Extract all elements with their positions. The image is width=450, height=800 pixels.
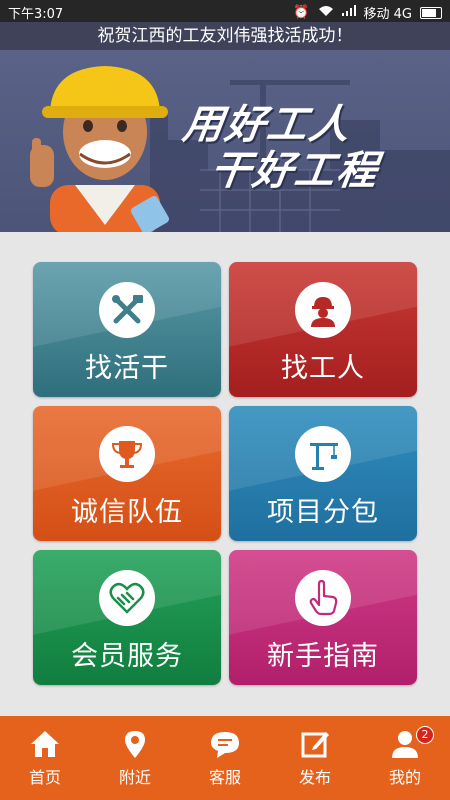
tile-beginner-guide[interactable]: 新手指南 — [229, 550, 417, 685]
trophy-icon — [99, 426, 155, 482]
tile-trusted-teams[interactable]: 诚信队伍 — [33, 406, 221, 541]
chat-icon — [211, 732, 239, 758]
bottom-tab-bar: 首页 附近 客服 发布 2 我的 — [0, 716, 450, 800]
tile-label: 找工人 — [281, 353, 365, 384]
tab-home[interactable]: 首页 — [0, 716, 90, 800]
slogan-line-2: 干好工程 — [207, 148, 382, 194]
notification-badge: 2 — [416, 726, 434, 744]
tab-publish[interactable]: 发布 — [270, 716, 360, 800]
tile-label: 找活干 — [85, 353, 169, 384]
status-right: ⏰ 移动 4G — [293, 3, 442, 22]
edit-icon — [301, 732, 329, 758]
tile-subcontract[interactable]: 项目分包 — [229, 406, 417, 541]
banner-slogan: 用好工人 干好工程 — [174, 102, 389, 194]
alarm-icon: ⏰ — [293, 5, 310, 20]
announcement-ticker[interactable]: 祝贺江西的工友刘伟强找活成功！ — [0, 22, 450, 50]
tile-label: 项目分包 — [267, 497, 379, 528]
tab-customer-service[interactable]: 客服 — [180, 716, 270, 800]
signal-icon — [341, 5, 356, 20]
handshake-icon — [99, 570, 155, 626]
tile-membership[interactable]: 会员服务 — [33, 550, 221, 685]
worker-icon — [295, 282, 351, 338]
crane-icon — [295, 426, 351, 482]
tab-label: 我的 — [388, 768, 421, 787]
tile-label: 新手指南 — [267, 641, 379, 672]
hand-pointer-icon — [295, 570, 351, 626]
tile-label: 会员服务 — [71, 641, 183, 672]
slogan-line-1: 用好工人 — [180, 102, 355, 148]
tools-icon — [99, 282, 155, 338]
tile-find-workers[interactable]: 找工人 — [229, 262, 417, 397]
location-pin-icon — [125, 731, 145, 758]
tab-nearby[interactable]: 附近 — [90, 716, 180, 800]
worker-mascot — [30, 66, 170, 232]
tab-label: 首页 — [28, 768, 61, 787]
tab-profile[interactable]: 2 我的 — [360, 716, 450, 800]
status-bar: 下午3:07 ⏰ 移动 4G — [0, 0, 450, 22]
battery-icon — [420, 6, 442, 19]
tab-label: 附近 — [118, 768, 151, 787]
home-icon — [31, 731, 59, 757]
tile-label: 诚信队伍 — [71, 497, 183, 528]
status-time: 下午3:07 — [8, 7, 64, 22]
hero-banner[interactable]: 用好工人 干好工程 — [0, 50, 450, 232]
wifi-icon — [318, 5, 334, 21]
tab-label: 发布 — [298, 768, 331, 787]
tile-find-work[interactable]: 找活干 — [33, 262, 221, 397]
tab-label: 客服 — [208, 768, 241, 787]
carrier-label: 移动 4G — [363, 7, 412, 22]
